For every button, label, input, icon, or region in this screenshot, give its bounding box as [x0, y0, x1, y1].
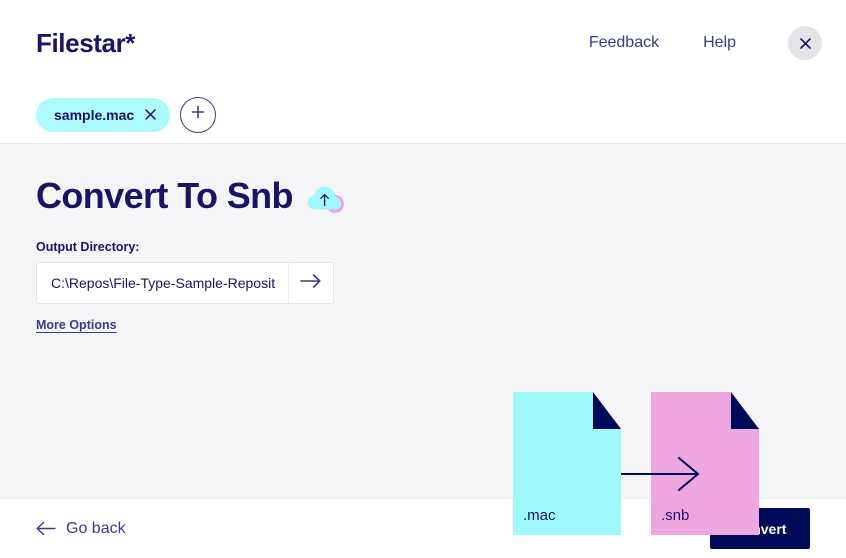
file-chip-sample-mac[interactable]: sample.mac: [36, 97, 171, 132]
source-file-graphic: .mac: [513, 392, 621, 535]
output-directory-block: Output Directory: More Options: [36, 240, 810, 334]
app-logo: Filestar*: [36, 28, 136, 58]
nav-link-feedback[interactable]: Feedback: [589, 35, 659, 51]
add-file-button[interactable]: [180, 96, 217, 133]
target-file-extension: .snb: [661, 507, 690, 524]
close-icon: [799, 37, 811, 49]
page-title-row: Convert To Snb: [36, 144, 810, 216]
main-content: Convert To Snb Output Directory: C:\Repo…: [0, 144, 846, 535]
more-options-link[interactable]: More Options: [36, 318, 117, 332]
plus-icon: [191, 105, 205, 124]
file-chip-label: sample.mac: [54, 106, 135, 123]
arrow-left-icon: [36, 521, 66, 536]
conversion-illustration: .mac .snb: [513, 392, 759, 535]
go-back-label: Go back: [66, 519, 126, 537]
output-directory-input[interactable]: [37, 263, 288, 303]
target-file-fold-corner: [731, 392, 759, 429]
go-back-button[interactable]: Go back: [36, 520, 126, 538]
output-directory-field: [36, 262, 334, 304]
output-directory-label: Output Directory:: [36, 240, 140, 254]
source-file-fold-corner: [593, 392, 621, 429]
nav-link-help[interactable]: Help: [703, 35, 736, 51]
filestar-converter-window: Filestar* Feedback Help sample.mac Conve…: [0, 0, 846, 558]
file-chip-close-icon[interactable]: [145, 109, 156, 120]
cloud-upload-icon: [307, 184, 347, 216]
page-title: Convert To Snb: [36, 175, 294, 217]
arrow-right-icon: [300, 273, 322, 294]
source-file-extension: .mac: [523, 507, 556, 524]
output-directory-submit-button[interactable]: [288, 263, 333, 303]
app-header: Filestar* Feedback Help: [0, 0, 846, 86]
window-close-button[interactable]: [788, 26, 822, 60]
file-tab-bar: sample.mac: [0, 86, 846, 144]
conversion-arrow-icon: [620, 456, 701, 492]
